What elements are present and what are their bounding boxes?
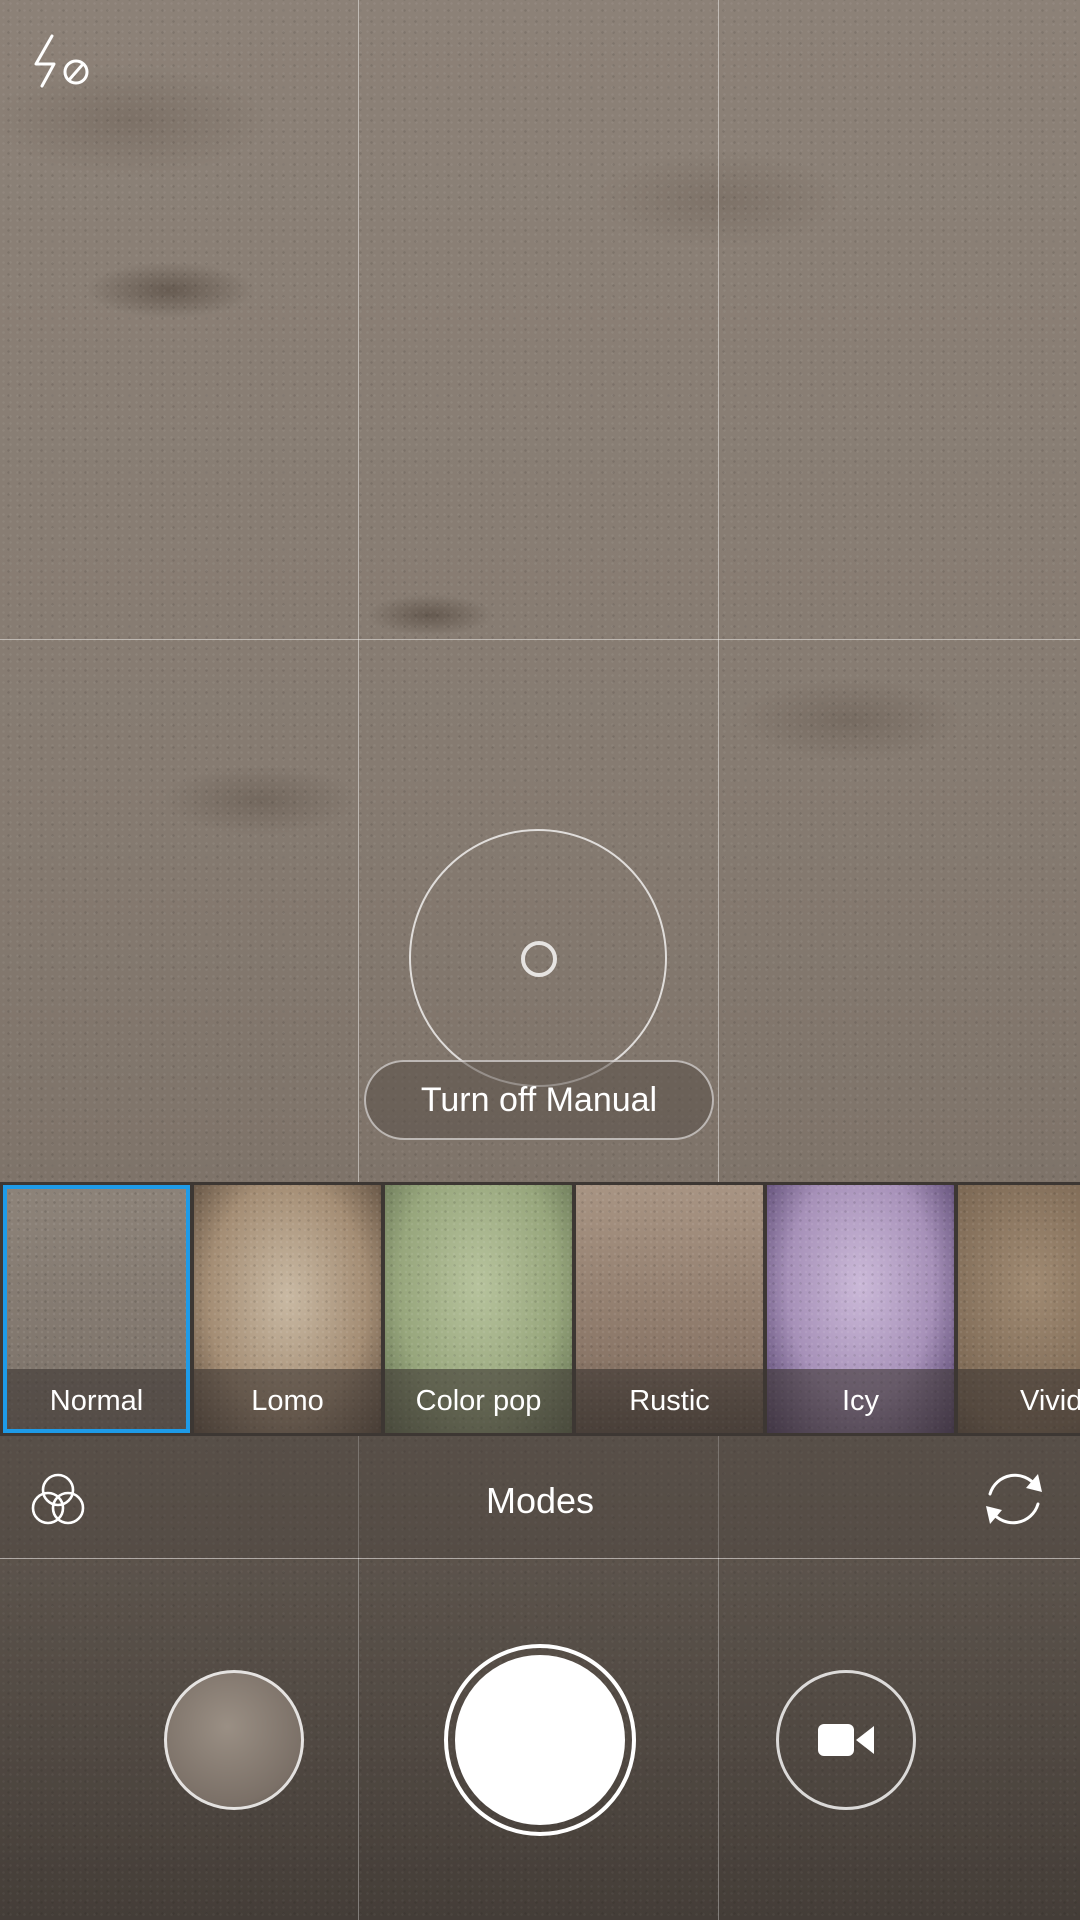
filter-label: Color pop: [415, 1384, 542, 1417]
filter-label: Rustic: [629, 1384, 710, 1417]
filters-button[interactable]: [24, 1468, 92, 1532]
switch-camera-icon: [986, 1473, 1042, 1525]
filter-item-lomo[interactable]: Lomo: [194, 1185, 381, 1433]
gallery-thumbnail[interactable]: [164, 1670, 304, 1810]
filter-item-rustic[interactable]: Rustic: [576, 1185, 763, 1433]
turn-off-manual-button[interactable]: Turn off Manual: [364, 1060, 714, 1140]
filter-label: Icy: [841, 1384, 880, 1417]
filter-label: Vivid: [1020, 1384, 1080, 1417]
video-record-button[interactable]: [776, 1670, 916, 1810]
flash-button[interactable]: [24, 30, 96, 94]
filter-strip[interactable]: Normal Lomo Color pop Rustic Icy Vivid: [0, 1182, 1080, 1436]
filter-item-icy[interactable]: Icy: [767, 1185, 954, 1433]
filter-item-vivid[interactable]: Vivid: [958, 1185, 1080, 1433]
modes-button[interactable]: Modes: [440, 1472, 640, 1530]
turn-off-manual-label: Turn off Manual: [420, 1080, 658, 1119]
shutter-inner: [455, 1655, 625, 1825]
video-camera-icon: [818, 1724, 874, 1756]
filters-icon: [31, 1473, 85, 1525]
shutter-button[interactable]: [444, 1644, 636, 1836]
focus-point: [521, 941, 557, 977]
filter-item-color-pop[interactable]: Color pop: [385, 1185, 572, 1433]
filter-label: Lomo: [251, 1384, 324, 1417]
filter-label: Normal: [49, 1384, 144, 1417]
grid-line-horizontal-1: [0, 639, 1080, 640]
flash-off-icon: [34, 34, 89, 88]
modes-label: Modes: [485, 1480, 595, 1521]
switch-camera-button[interactable]: [976, 1464, 1052, 1534]
filter-item-normal[interactable]: Normal: [3, 1185, 190, 1433]
